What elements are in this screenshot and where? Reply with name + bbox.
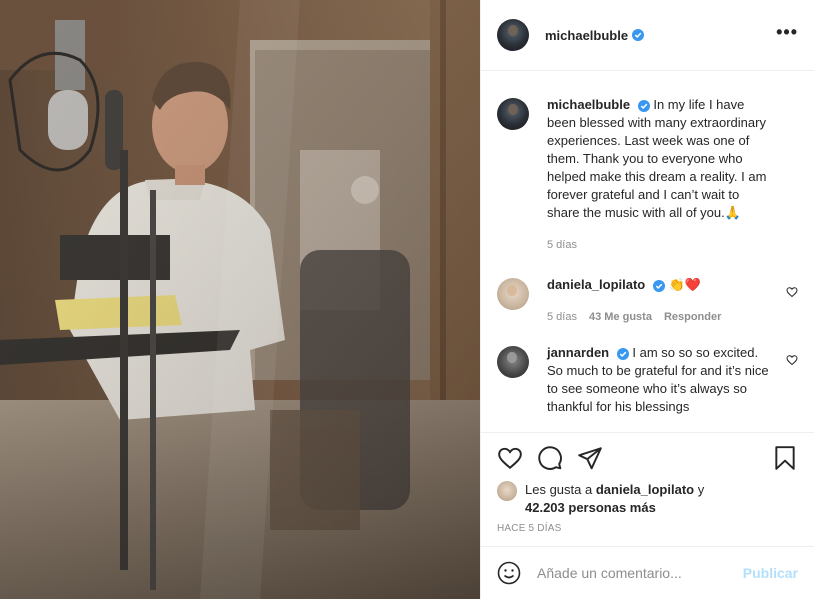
caption-body: michaelbuble In my life I have been bles… [547,96,773,254]
studio-recording-photo [0,0,480,599]
smiley-icon[interactable] [497,561,521,585]
comment-item: daniela_lopilato 👏❤️ 5 días 43 Me gusta … [481,276,814,326]
comment-time[interactable]: 5 días [547,308,577,326]
likes-count[interactable]: 42.203 personas más [525,500,656,515]
caption-avatar[interactable] [497,98,529,130]
comment-icon[interactable] [537,445,563,471]
publish-button[interactable]: Publicar [743,565,798,581]
bookmark-icon[interactable] [772,445,798,471]
comment-composer: Añade un comentario... Publicar [481,546,814,599]
caption-meta: 5 días [547,236,773,254]
more-options-icon[interactable]: ••• [776,23,798,43]
verified-badge-icon [616,347,629,360]
post-timestamp[interactable]: HACE 5 DÍAS [481,517,814,534]
post-actions: Les gusta a daniela_lopilato y 42.203 pe… [481,432,814,546]
caption-text: In my life I have been blessed with many… [547,97,767,220]
comment-meta: 5 días 43 Me gusta Responder [547,308,773,326]
comment-username[interactable]: daniela_lopilato [547,277,645,292]
commenter-avatar[interactable] [497,346,529,378]
caption-username[interactable]: michaelbuble [547,97,630,112]
likes-text: Les gusta a daniela_lopilato y 42.203 pe… [525,481,704,517]
comment-like-heart-icon[interactable] [786,354,798,366]
verified-badge-icon [632,29,645,41]
author-username[interactable]: michaelbuble [545,28,645,43]
comments-list: michaelbuble In my life I have been bles… [481,72,814,432]
verified-badge-icon [637,99,650,112]
likes-prefix: Les gusta a [525,482,593,497]
comment-likes[interactable]: 43 Me gusta [589,308,652,326]
liker-username[interactable]: daniela_lopilato [596,482,694,497]
liker-avatar[interactable] [497,481,517,501]
instagram-post: michaelbuble ••• michaelbuble In my life… [0,0,814,599]
likes-middle: y [697,482,705,497]
verified-badge-icon [652,279,665,292]
pray-emoji: 🙏 [724,205,741,220]
author-avatar[interactable] [497,19,529,51]
paper-plane-icon[interactable] [577,445,603,471]
post-header: michaelbuble ••• [481,0,814,71]
comment-body: daniela_lopilato 👏❤️ 5 días 43 Me gusta … [547,276,773,326]
post-photo[interactable] [0,0,480,599]
author-username-text[interactable]: michaelbuble [545,28,628,43]
likes-summary: Les gusta a daniela_lopilato y 42.203 pe… [481,473,814,517]
caption-item: michaelbuble In my life I have been bles… [481,96,814,254]
reply-button[interactable]: Responder [664,308,721,326]
comment-text: 👏❤️ [668,277,701,292]
action-icons [481,433,814,473]
comment-like-heart-icon[interactable] [786,286,798,298]
comment-body: jannarden I am so so so excited. So much… [547,344,773,416]
comment-username[interactable]: jannarden [547,345,609,360]
caption-time[interactable]: 5 días [547,236,577,254]
commenter-avatar[interactable] [497,278,529,310]
comment-input[interactable]: Añade un comentario... [537,565,743,581]
comment-item: jannarden I am so so so excited. So much… [481,344,814,416]
heart-icon[interactable] [497,445,523,471]
post-sidebar: michaelbuble ••• michaelbuble In my life… [480,0,814,599]
